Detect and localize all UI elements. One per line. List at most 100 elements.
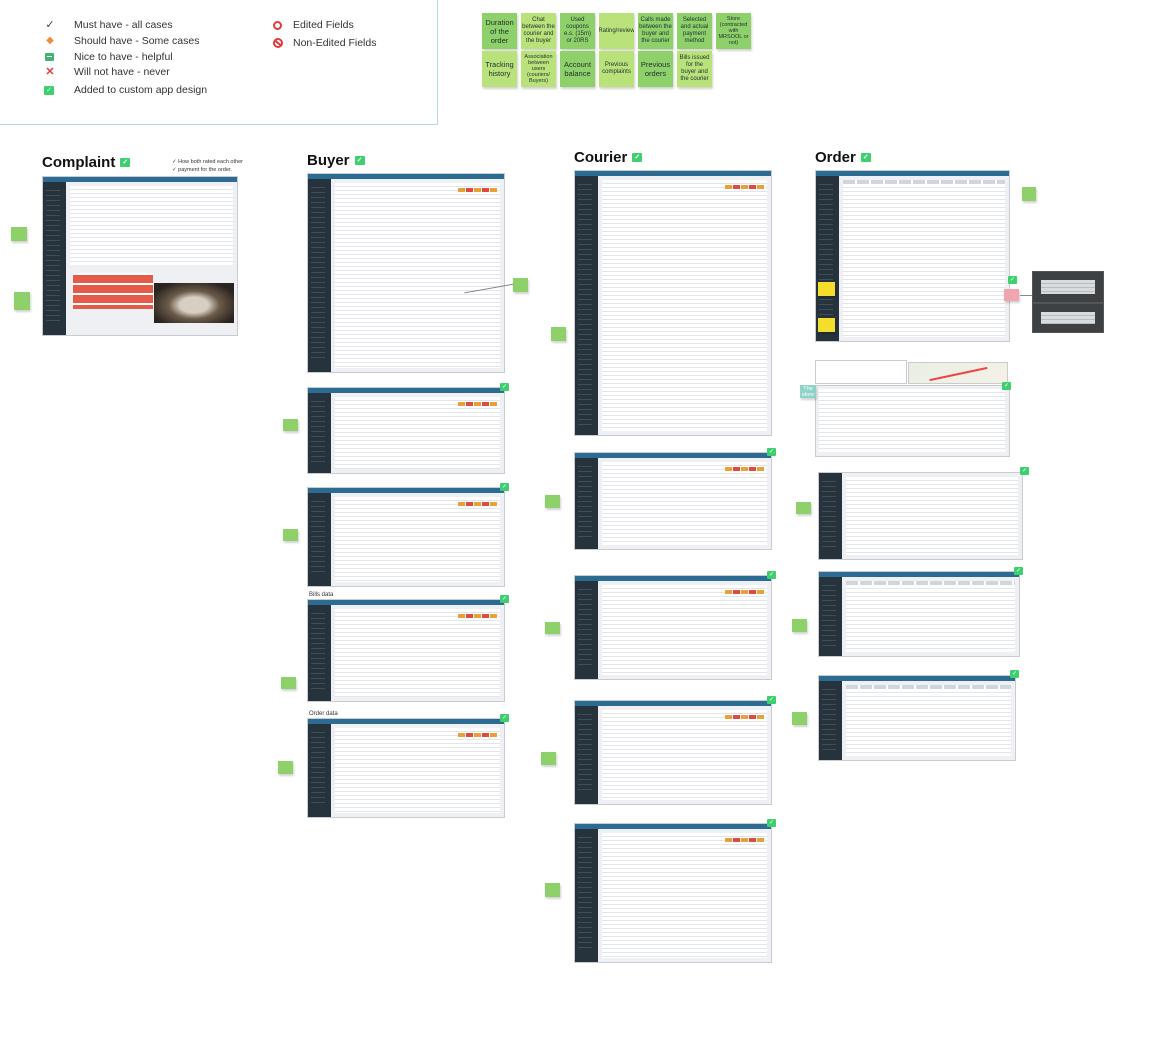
added-check-icon: ✓ <box>500 383 509 391</box>
content-panel <box>602 585 767 675</box>
order-screenshot[interactable] <box>818 675 1016 761</box>
sticky-note[interactable]: Rating/review <box>599 13 634 49</box>
buyer-screenshot[interactable] <box>307 387 505 474</box>
side-sticky[interactable] <box>792 712 807 725</box>
buyer-screenshot[interactable] <box>307 599 505 702</box>
added-check-icon: ✓ <box>1014 567 1023 575</box>
courier-screenshot[interactable] <box>574 170 772 436</box>
app-sidebar <box>819 473 842 559</box>
status-badges <box>458 402 498 406</box>
side-sticky[interactable] <box>1004 289 1019 301</box>
route-map[interactable] <box>908 362 1008 384</box>
app-sidebar <box>43 182 66 335</box>
buyer-screenshot[interactable] <box>307 173 505 373</box>
side-sticky[interactable] <box>818 318 835 332</box>
sticky-note[interactable]: Tracking history <box>482 51 517 87</box>
sticky-note[interactable]: Calls made between the buyer and the cou… <box>638 13 673 49</box>
app-sidebar <box>816 176 839 341</box>
app-sidebar <box>575 706 598 804</box>
sticky-note[interactable]: Used coupons e.s. (15m) or 20RS <box>560 13 595 49</box>
legend-item: Nice to have - helpful <box>43 51 173 63</box>
order-tabs <box>846 581 1015 585</box>
order-tabs <box>846 685 1011 689</box>
content-panel <box>602 180 767 431</box>
complaint-screenshot[interactable] <box>42 176 238 336</box>
section-title-order: Order ✓ <box>815 149 871 166</box>
added-check-icon: ✓ <box>767 819 776 827</box>
order-screenshot[interactable] <box>818 472 1023 560</box>
order-tabs <box>843 180 1005 184</box>
section-title-text: Complaint <box>42 154 116 171</box>
sticky-note[interactable]: Duration of the order <box>482 13 517 49</box>
added-check-icon: ✓ <box>767 448 776 456</box>
app-topbar <box>575 453 771 458</box>
courier-screenshot[interactable] <box>574 700 772 805</box>
courier-screenshot[interactable] <box>574 823 772 963</box>
content-panel <box>602 833 767 958</box>
section-title-text: Order <box>815 149 856 166</box>
side-sticky[interactable] <box>283 529 298 541</box>
sticky-note[interactable]: Chat between the courier and the buyer <box>521 13 556 49</box>
courier-screenshot[interactable] <box>574 452 772 550</box>
order-screenshot[interactable] <box>815 170 1010 342</box>
app-topbar <box>816 171 1009 176</box>
added-check-icon: ✓ <box>767 571 776 579</box>
content-panel <box>70 186 233 265</box>
added-check-icon: ✓ <box>860 153 871 162</box>
app-sidebar <box>819 577 842 656</box>
sticky-note[interactable]: Previous complaints <box>599 51 634 87</box>
legend-item: ◆ Should have - Some cases <box>43 35 200 47</box>
order-screenshot[interactable] <box>815 360 907 384</box>
side-sticky[interactable] <box>283 419 298 431</box>
sticky-note[interactable]: Previous orders <box>638 51 673 87</box>
complaint-note-text: How both rated each other <box>178 159 243 165</box>
side-sticky[interactable] <box>513 278 528 292</box>
side-sticky[interactable] <box>545 495 560 508</box>
added-check-icon: ✓ <box>354 156 365 165</box>
content-panel <box>335 728 500 813</box>
buyer-screenshot[interactable] <box>307 487 505 587</box>
section-title-complaint: Complaint ✓ <box>42 154 131 171</box>
section-title-courier: Courier ✓ <box>574 149 643 166</box>
sticky-note[interactable]: Association between users (couriers/ Buy… <box>521 51 556 87</box>
order-screenshot[interactable] <box>815 385 1010 457</box>
side-sticky[interactable] <box>545 883 560 897</box>
app-topbar <box>575 576 771 581</box>
side-sticky[interactable] <box>11 227 27 241</box>
side-sticky[interactable] <box>278 761 293 774</box>
sticky-note[interactable]: Bills issued for the buyer and the couri… <box>677 51 712 87</box>
app-sidebar <box>575 829 598 962</box>
sticky-note[interactable]: Store (contracted with MRSOOL or not) <box>716 13 751 49</box>
status-badges <box>725 590 765 594</box>
app-topbar <box>308 719 504 724</box>
buyer-screenshot[interactable] <box>307 718 505 818</box>
caption-order-data: Order data <box>309 711 338 717</box>
side-sticky[interactable] <box>551 327 566 341</box>
side-sticky[interactable] <box>818 282 835 296</box>
legend-item: ✓ Must have - all cases <box>43 19 172 31</box>
detail-screenshot[interactable] <box>1032 271 1104 303</box>
side-sticky-store[interactable]: The store <box>800 385 816 398</box>
side-sticky[interactable] <box>281 677 296 689</box>
nice-icon <box>45 53 54 61</box>
sticky-note[interactable]: Selected and actual payment method <box>677 13 712 49</box>
order-screenshot[interactable] <box>818 571 1020 657</box>
status-badges <box>458 502 498 506</box>
content-panel <box>602 710 767 800</box>
side-sticky[interactable] <box>792 619 807 632</box>
side-sticky[interactable] <box>545 622 560 634</box>
added-check-icon: ✓ <box>44 85 54 95</box>
side-sticky[interactable] <box>796 502 811 514</box>
app-sidebar <box>575 458 598 549</box>
side-sticky[interactable] <box>14 292 30 310</box>
status-badges <box>725 715 765 719</box>
courier-screenshot[interactable] <box>574 575 772 680</box>
sticky-note[interactable]: Account balance <box>560 51 595 87</box>
content-panel <box>602 462 767 545</box>
side-sticky[interactable] <box>541 752 556 765</box>
side-sticky[interactable] <box>1022 187 1036 201</box>
legend-panel: ✓ Must have - all cases ◆ Should have - … <box>0 0 438 125</box>
legend-label: Should have - Some cases <box>74 35 200 47</box>
content-panel <box>846 581 1015 652</box>
detail-screenshot[interactable] <box>1032 303 1104 333</box>
